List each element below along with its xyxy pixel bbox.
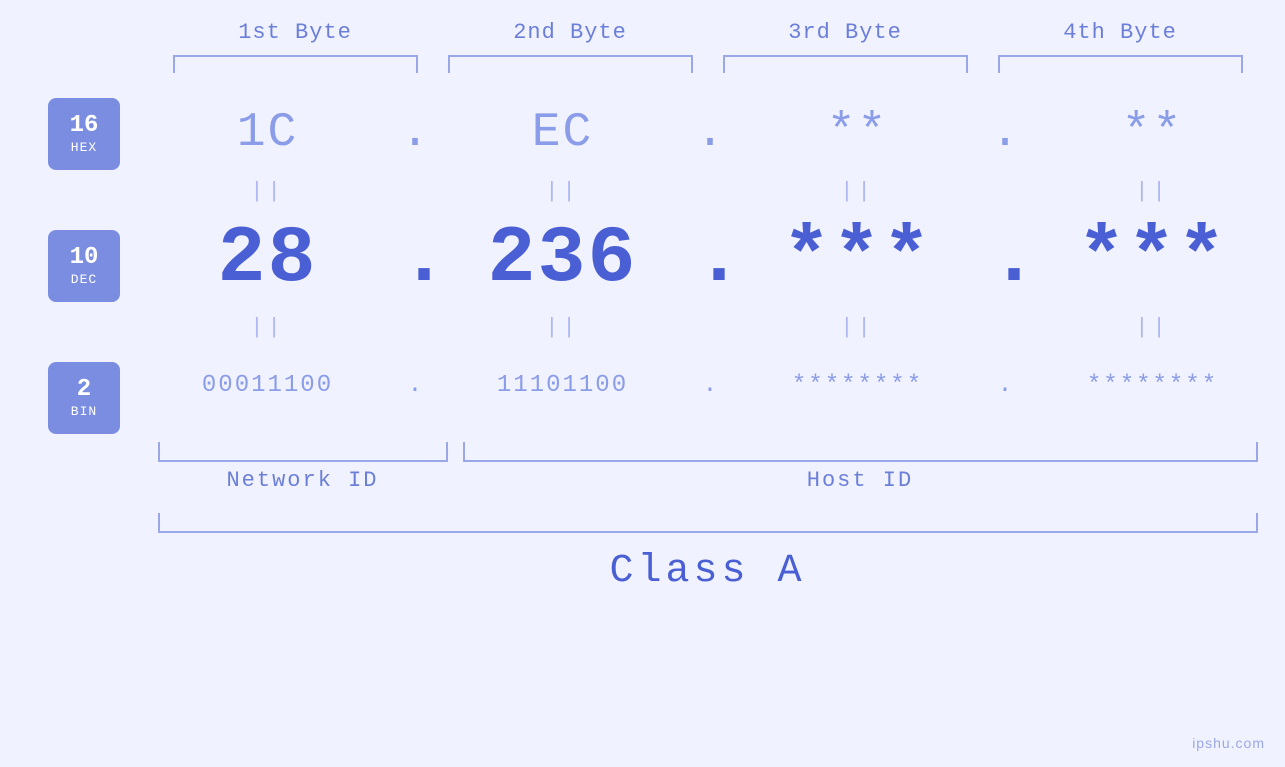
- hex-badge: 16 HEX: [48, 98, 120, 170]
- bin-badge-num: 2: [77, 377, 91, 403]
- dec-row: 28 . 236 . *** . ***: [135, 209, 1285, 309]
- bin-dot1: .: [400, 372, 430, 399]
- network-bracket: [158, 442, 448, 462]
- bin-byte3: ********: [725, 372, 990, 399]
- eq2-b3: ||: [725, 315, 990, 340]
- hex-badge-num: 16: [70, 113, 99, 139]
- main-container: 1st Byte 2nd Byte 3rd Byte 4th Byte 16 H…: [0, 0, 1285, 767]
- full-bracket: [158, 513, 1258, 533]
- dec-byte4: ***: [1020, 214, 1285, 305]
- byte2-header: 2nd Byte: [433, 20, 708, 45]
- hex-byte4: **: [1020, 106, 1285, 160]
- content-area: 16 HEX 10 DEC 2 BIN 1C . EC . **: [0, 93, 1285, 434]
- dec-byte2: 236: [430, 214, 695, 305]
- bracket-byte4: [998, 55, 1243, 73]
- hex-badge-base: HEX: [71, 140, 97, 155]
- bracket-byte2: [448, 55, 693, 73]
- bin-row: 00011100 . 11101100 . ******** . *******…: [135, 345, 1285, 425]
- dec-byte1: 28: [135, 214, 400, 305]
- byte3-header: 3rd Byte: [708, 20, 983, 45]
- class-label: Class A: [158, 549, 1258, 594]
- dec-byte3: ***: [725, 214, 990, 305]
- bottom-labels-row: Network ID Host ID: [158, 468, 1258, 493]
- host-bracket: [463, 442, 1258, 462]
- hex-byte3: **: [725, 106, 990, 160]
- eq1-b3: ||: [725, 179, 990, 204]
- eq-row-1: || || || ||: [135, 173, 1285, 209]
- bin-byte4: ********: [1020, 372, 1285, 399]
- host-id-label: Host ID: [463, 468, 1258, 493]
- dec-dot2: .: [695, 214, 725, 305]
- bin-badge-base: BIN: [71, 404, 97, 419]
- bin-badge: 2 BIN: [48, 362, 120, 434]
- bracket-byte1: [173, 55, 418, 73]
- dec-dot3: .: [990, 214, 1020, 305]
- bin-byte2: 11101100: [430, 372, 695, 399]
- dec-badge-num: 10: [70, 245, 99, 271]
- byte4-header: 4th Byte: [983, 20, 1258, 45]
- eq1-b1: ||: [135, 179, 400, 204]
- top-brackets-row: [158, 55, 1258, 73]
- eq1-b4: ||: [1020, 179, 1285, 204]
- eq2-b4: ||: [1020, 315, 1285, 340]
- full-bracket-wrap: Class A: [158, 513, 1258, 594]
- hex-row: 1C . EC . ** . **: [135, 93, 1285, 173]
- byte-headers-row: 1st Byte 2nd Byte 3rd Byte 4th Byte: [158, 20, 1258, 45]
- hex-dot2: .: [695, 106, 725, 160]
- bin-byte1: 00011100: [135, 372, 400, 399]
- hex-byte1: 1C: [135, 106, 400, 160]
- byte1-header: 1st Byte: [158, 20, 433, 45]
- watermark: ipshu.com: [1192, 735, 1265, 751]
- dec-dot1: .: [400, 214, 430, 305]
- data-rows: 1C . EC . ** . ** || || || || 28: [135, 93, 1285, 425]
- dec-badge-base: DEC: [71, 272, 97, 287]
- eq-row-2: || || || ||: [135, 309, 1285, 345]
- eq2-b2: ||: [430, 315, 695, 340]
- bin-dot2: .: [695, 372, 725, 399]
- eq2-b1: ||: [135, 315, 400, 340]
- labels-column: 16 HEX 10 DEC 2 BIN: [0, 93, 135, 434]
- bin-dot3: .: [990, 372, 1020, 399]
- network-id-label: Network ID: [158, 468, 448, 493]
- bottom-brackets: [158, 442, 1258, 462]
- bracket-byte3: [723, 55, 968, 73]
- dec-badge: 10 DEC: [48, 230, 120, 302]
- hex-byte2: EC: [430, 106, 695, 160]
- hex-dot1: .: [400, 106, 430, 160]
- hex-dot3: .: [990, 106, 1020, 160]
- eq1-b2: ||: [430, 179, 695, 204]
